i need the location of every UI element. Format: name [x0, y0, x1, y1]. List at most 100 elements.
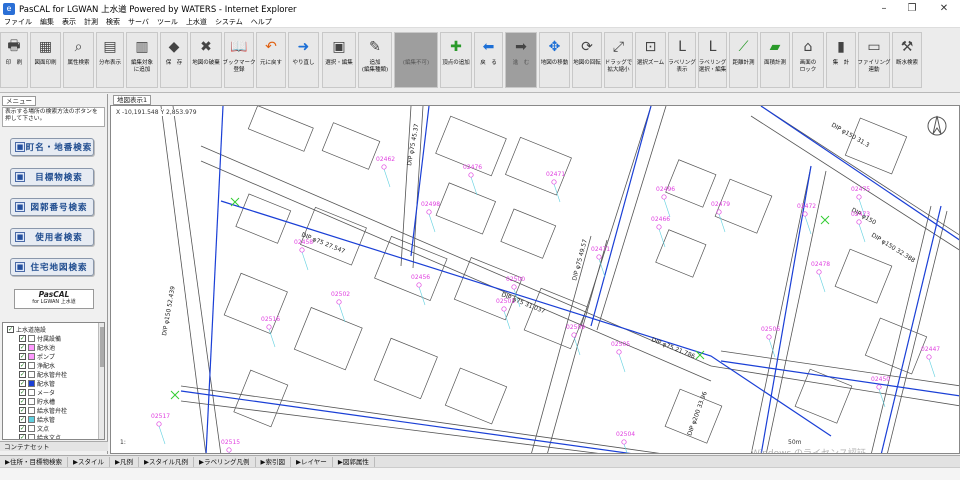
toolbar-mapprint-button[interactable]: ▦ 図面印刷 — [30, 32, 61, 88]
toolbar-save-button[interactable]: ◆ 保 存 — [160, 32, 188, 88]
map-sheet-search-button[interactable]: ■ 図郭番号検索 — [10, 198, 94, 216]
svg-text:02456: 02456 — [411, 274, 430, 281]
checkbox[interactable]: ✓ — [19, 407, 26, 414]
toolbar-rotate-button[interactable]: ⟳ 地図の回転 — [572, 32, 602, 88]
tab-layer[interactable]: ▶レイヤー — [291, 456, 333, 467]
toolbar-bookmark-button[interactable]: 📖 ブックマーク 登録 — [223, 32, 256, 88]
clear-map-icon: ✖ — [200, 39, 212, 55]
toolbar-editadd-button[interactable]: ▥ 編集対象 に追加 — [126, 32, 158, 88]
landmark-search-button[interactable]: ■ 目標物検索 — [10, 168, 94, 186]
menu-server[interactable]: サーバ — [124, 17, 153, 27]
toolbar-clearmap-button[interactable]: ✖ 地図の破棄 — [190, 32, 222, 88]
toolbar-dragzoom-button[interactable]: ⤢ ドラッグで 拡大縮小 — [604, 32, 633, 88]
checkbox[interactable]: ✓ — [19, 398, 26, 405]
tab-labeling-legend[interactable]: ▶ラベリング凡例 — [194, 456, 256, 467]
toolbar-filing-button[interactable]: ▭ ファイリング 連動 — [858, 32, 891, 88]
address-search-button[interactable]: ■ 町名・地番検索 — [10, 138, 94, 156]
tree-item[interactable]: ✓ 給水管 — [19, 415, 55, 424]
checkbox[interactable]: ✓ — [19, 416, 26, 423]
toolbar-print-button[interactable]: 🖶 印 刷 — [0, 32, 28, 88]
checkbox[interactable]: ✓ — [19, 335, 26, 342]
menu-water[interactable]: 上水道 — [182, 17, 211, 27]
menu-edit[interactable]: 編集 — [36, 17, 58, 27]
checkbox[interactable]: ✓ — [7, 326, 14, 333]
svg-text:02517: 02517 — [151, 413, 170, 420]
toolbar-selzoom-button[interactable]: ⊡ 選択ズーム — [635, 32, 666, 88]
tab-style-legend[interactable]: ▶スタイル凡例 — [139, 456, 194, 467]
tree-item[interactable]: ✓ 配水管 — [19, 379, 55, 388]
toolbar-attr-button[interactable]: ⌕ 属性検索 — [63, 32, 94, 88]
tree-item[interactable]: ✓ 上水道施設 — [7, 325, 46, 334]
menu-view[interactable]: 表示 — [58, 17, 80, 27]
housing-map-search-button[interactable]: ■ 住宅地図検索 — [10, 258, 94, 276]
map-canvas[interactable]: DIP φ75 27.547 DIP φ75 31.037 DIP φ75 21.7… — [110, 105, 960, 454]
checkbox[interactable]: ✓ — [19, 371, 26, 378]
checkbox[interactable]: ✓ — [19, 344, 26, 351]
menu-help[interactable]: ヘルプ — [247, 17, 276, 27]
color-swatch — [28, 335, 35, 342]
toolbar-forward-button[interactable]: ➡ 進 む — [505, 32, 537, 88]
toolbar-leak-button[interactable]: ⚒ 断水検索 — [892, 32, 922, 88]
tab-address-search[interactable]: ▶住所・目標物検索 — [0, 456, 68, 467]
restore-button[interactable]: ❐ — [898, 0, 926, 17]
map-tab[interactable]: 地図表示1 — [113, 95, 151, 105]
checkbox[interactable]: ✓ — [19, 434, 26, 439]
svg-text:02466: 02466 — [651, 216, 670, 223]
toolbar-undo-button[interactable]: ↶ 元に戻す — [256, 32, 286, 88]
menu-measure[interactable]: 計測 — [80, 17, 102, 27]
tree-item[interactable]: ✓ ポンプ — [19, 352, 55, 361]
toolbar-back-button[interactable]: ⬅ 戻 る — [474, 32, 503, 88]
screen-lock-icon: ⌂ — [803, 39, 813, 55]
svg-text:02471: 02471 — [591, 246, 610, 253]
menu-tab[interactable]: メニュー — [2, 96, 36, 106]
toolbar-labeledit-button[interactable]: L ラベリング 選択・編集 — [698, 32, 727, 88]
tab-legend[interactable]: ▶凡例 — [110, 456, 139, 467]
color-swatch — [28, 371, 35, 378]
toolbar-redo-button[interactable]: ➜ やり直し — [288, 32, 319, 88]
toolbar-addedit-button[interactable]: ✎ 追加 (編集種類) — [358, 32, 392, 88]
toolbar-move-button[interactable]: ✥ 地図の移動 — [539, 32, 570, 88]
close-button[interactable]: ✕ — [930, 0, 958, 17]
tab-index-map[interactable]: ▶索引図 — [256, 456, 291, 467]
tree-item-label: 配水池 — [37, 345, 56, 352]
user-search-button[interactable]: ■ 使用者検索 — [10, 228, 94, 246]
checkbox[interactable]: ✓ — [19, 425, 26, 432]
toolbar-lock-button[interactable]: ⌂ 画面の ロック — [792, 32, 824, 88]
tree-item[interactable]: ✓ メータ — [19, 388, 55, 397]
menu-tools[interactable]: ツール — [153, 17, 182, 27]
checkbox[interactable]: ✓ — [19, 353, 26, 360]
tree-item[interactable]: ✓ 貯水槽 — [19, 397, 55, 406]
layer-tree: ✓ 上水道施設 ✓ 付属設備 ✓ 配水池 ✓ ポンプ ✓ 浄配水 ✓ 配水管弁栓 ✓ 配水管 ✓ メータ ✓ 貯水… — [2, 322, 105, 440]
tree-item[interactable]: ✓ 配水管弁栓 — [19, 370, 67, 379]
meter-label: 02500 — [506, 276, 525, 290]
checkbox[interactable]: ✓ — [19, 380, 26, 387]
toolbar-vertex-button[interactable]: ✚ 頂点の追加 — [440, 32, 472, 88]
tab-map-sheet-attr[interactable]: ▶図郭属性 — [333, 456, 375, 467]
menu-search[interactable]: 検索 — [102, 17, 124, 27]
toolbar-dist-button[interactable]: ▤ 分布表示 — [96, 32, 124, 88]
tree-item[interactable]: ✓ 給水管弁栓 — [19, 406, 67, 415]
checkbox[interactable]: ✓ — [19, 362, 26, 369]
tree-item[interactable]: ✓ 文点 — [19, 424, 49, 433]
toolbar-area-button[interactable]: ▰ 面積計測 — [760, 32, 790, 88]
tree-item[interactable]: ✓ 浄配水 — [19, 361, 55, 370]
add-edit-icon: ✎ — [369, 39, 381, 55]
tree-item[interactable]: ✓ 配水池 — [19, 343, 55, 352]
toolbar-distance-button[interactable]: ⟋ 距離計測 — [729, 32, 758, 88]
tree-scrollbar[interactable] — [98, 323, 104, 439]
toolbar-area-label: 面積計測 — [763, 60, 786, 66]
svg-text:02502: 02502 — [331, 291, 350, 298]
tab-style[interactable]: ▶スタイル — [68, 456, 110, 467]
toolbar-labelshow-button[interactable]: L ラベリング 表示 — [668, 32, 696, 88]
menu-file[interactable]: ファイル — [0, 17, 36, 27]
toolbar-selectedit-button[interactable]: ▣ 選択・編集 — [322, 32, 356, 88]
toolbar-save-label: 保 存 — [165, 60, 183, 66]
tree-item[interactable]: ✓ 給水文点 — [19, 433, 61, 439]
toolbar-dis1-button[interactable]: (編集不可) — [394, 32, 438, 88]
contents-set-label[interactable]: コンテナセット — [0, 441, 108, 451]
menu-system[interactable]: システム — [211, 17, 247, 27]
checkbox[interactable]: ✓ — [19, 389, 26, 396]
tree-item[interactable]: ✓ 付属設備 — [19, 334, 61, 343]
toolbar-total-button[interactable]: ▮ 集 計 — [826, 32, 856, 88]
minimize-button[interactable]: – — [870, 0, 898, 17]
